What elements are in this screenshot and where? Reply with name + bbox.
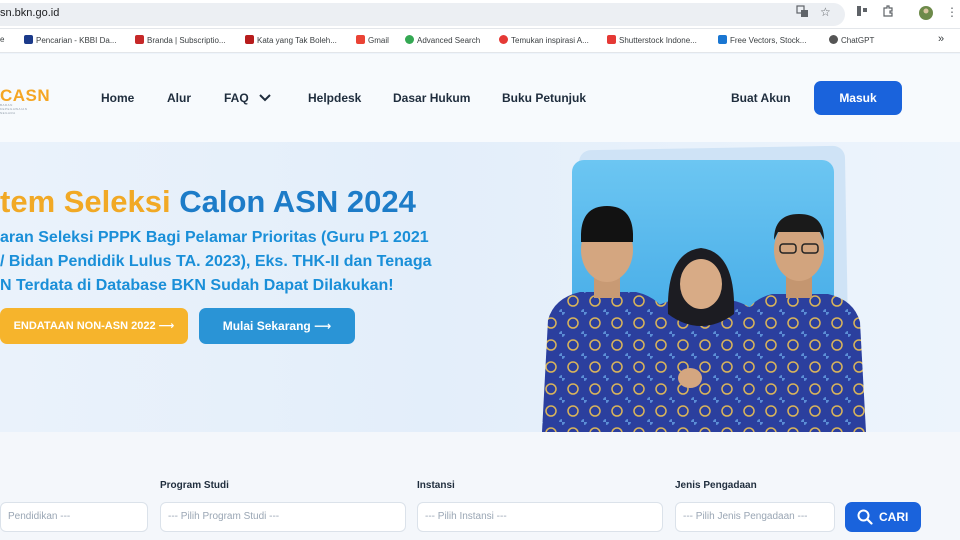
bookmark-item[interactable]: Advanced Search <box>405 35 480 45</box>
pendataan-non-asn-button[interactable]: ENDATAAN NON-ASN 2022 ⟶ <box>0 308 188 344</box>
bookmark-item[interactable]: Shutterstock Indone... <box>607 35 697 45</box>
hero-people-illustration <box>542 206 866 432</box>
bookmarks-bar: e Pencarian - KBBI Da... Branda | Subscr… <box>0 29 960 53</box>
chevron-down-icon <box>259 94 271 102</box>
site-header: CASN BADAN KEPEGAWAIAN NEGARA Home Alur … <box>0 54 960 142</box>
chatgpt-icon <box>829 35 838 44</box>
browser-address-bar: sn.bkn.go.id ☆ ⋮ <box>0 0 960 29</box>
hero-title: tem Seleksi Calon ASN 2024 <box>0 184 416 220</box>
substack-icon <box>135 35 144 44</box>
hero-subtitle-line: N Terdata di Database BKN Sudah Dapat Di… <box>0 277 394 294</box>
translate-icon[interactable] <box>796 5 809 21</box>
hero-section: tem Seleksi Calon ASN 2024 aran Seleksi … <box>0 142 960 432</box>
extension-icon[interactable] <box>856 5 868 20</box>
bookmark-item[interactable]: Gmail <box>356 35 389 45</box>
nav-buku-petunjuk[interactable]: Buku Petunjuk <box>502 91 586 105</box>
shutterstock-icon <box>607 35 616 44</box>
nav-home[interactable]: Home <box>101 91 134 105</box>
hero-subtitle-line: / Bidan Pendidik Lulus TA. 2023), Eks. T… <box>0 253 432 270</box>
bookmark-item[interactable]: Temukan inspirasi A... <box>499 35 589 45</box>
gmail-icon <box>356 35 365 44</box>
mulai-sekarang-button[interactable]: Mulai Sekarang ⟶ <box>199 308 355 344</box>
url-text: sn.bkn.go.id <box>0 7 60 19</box>
cari-label: CARI <box>879 510 909 524</box>
search-icon <box>857 509 873 525</box>
search-filter-section: Pendidikan --- Program Studi --- Pilih P… <box>0 432 960 540</box>
kbbi-icon <box>24 35 33 44</box>
nav-helpdesk[interactable]: Helpdesk <box>308 91 361 105</box>
masuk-button[interactable]: Masuk <box>814 81 902 115</box>
hero-title-part2: Calon ASN 2024 <box>179 184 416 219</box>
puzzle-icon[interactable] <box>882 5 894 20</box>
nav-alur[interactable]: Alur <box>167 91 191 105</box>
instansi-select[interactable]: --- Pilih Instansi --- <box>417 502 663 532</box>
nav-faq[interactable]: FAQ <box>224 91 271 105</box>
more-bookmarks-icon[interactable]: » <box>938 33 944 45</box>
hero-subtitle-line: aran Seleksi PPPK Bagi Pelamar Prioritas… <box>0 229 429 246</box>
bookmark-star-icon[interactable]: ☆ <box>820 5 831 19</box>
arrow-right-icon: ⟶ <box>158 320 175 332</box>
site-icon <box>245 35 254 44</box>
program-studi-select[interactable]: --- Pilih Program Studi --- <box>160 502 406 532</box>
logo-tagline: BADAN KEPEGAWAIAN NEGARA <box>0 103 28 115</box>
bookmark-item[interactable]: ChatGPT <box>829 35 874 45</box>
bookmark-item[interactable]: Free Vectors, Stock... <box>718 35 806 45</box>
url-field[interactable]: sn.bkn.go.id <box>0 3 845 26</box>
profile-avatar-icon[interactable] <box>919 6 933 23</box>
jenis-pengadaan-label: Jenis Pengadaan <box>675 480 757 491</box>
buat-akun-button[interactable]: Buat Akun <box>731 91 791 105</box>
program-studi-label: Program Studi <box>160 480 229 491</box>
pendataan-label: ENDATAAN NON-ASN 2022 <box>13 320 156 332</box>
nav-faq-label: FAQ <box>224 91 249 105</box>
hero-title-part1: tem Seleksi <box>0 184 171 219</box>
site-logo[interactable]: CASN BADAN KEPEGAWAIAN NEGARA <box>0 86 50 115</box>
bookmark-item[interactable]: Pencarian - KBBI Da... <box>24 35 116 45</box>
bookmark-item[interactable]: Branda | Subscriptio... <box>135 35 226 45</box>
instansi-label: Instansi <box>417 480 455 491</box>
bookmark-item[interactable]: e <box>0 35 4 44</box>
bookmark-item[interactable]: Kata yang Tak Boleh... <box>245 35 337 45</box>
hero-subtitle: aran Seleksi PPPK Bagi Pelamar Prioritas… <box>0 226 480 298</box>
freepik-icon <box>718 35 727 44</box>
pendidikan-select[interactable]: Pendidikan --- <box>0 502 148 532</box>
mulai-label: Mulai Sekarang <box>222 319 311 333</box>
browser-menu-icon[interactable]: ⋮ <box>946 5 958 19</box>
arrow-right-icon: ⟶ <box>314 319 332 333</box>
nav-dasar-hukum[interactable]: Dasar Hukum <box>393 91 470 105</box>
cari-button[interactable]: CARI <box>845 502 921 532</box>
google-icon <box>405 35 414 44</box>
jenis-pengadaan-select[interactable]: --- Pilih Jenis Pengadaan --- <box>675 502 835 532</box>
pinterest-icon <box>499 35 508 44</box>
